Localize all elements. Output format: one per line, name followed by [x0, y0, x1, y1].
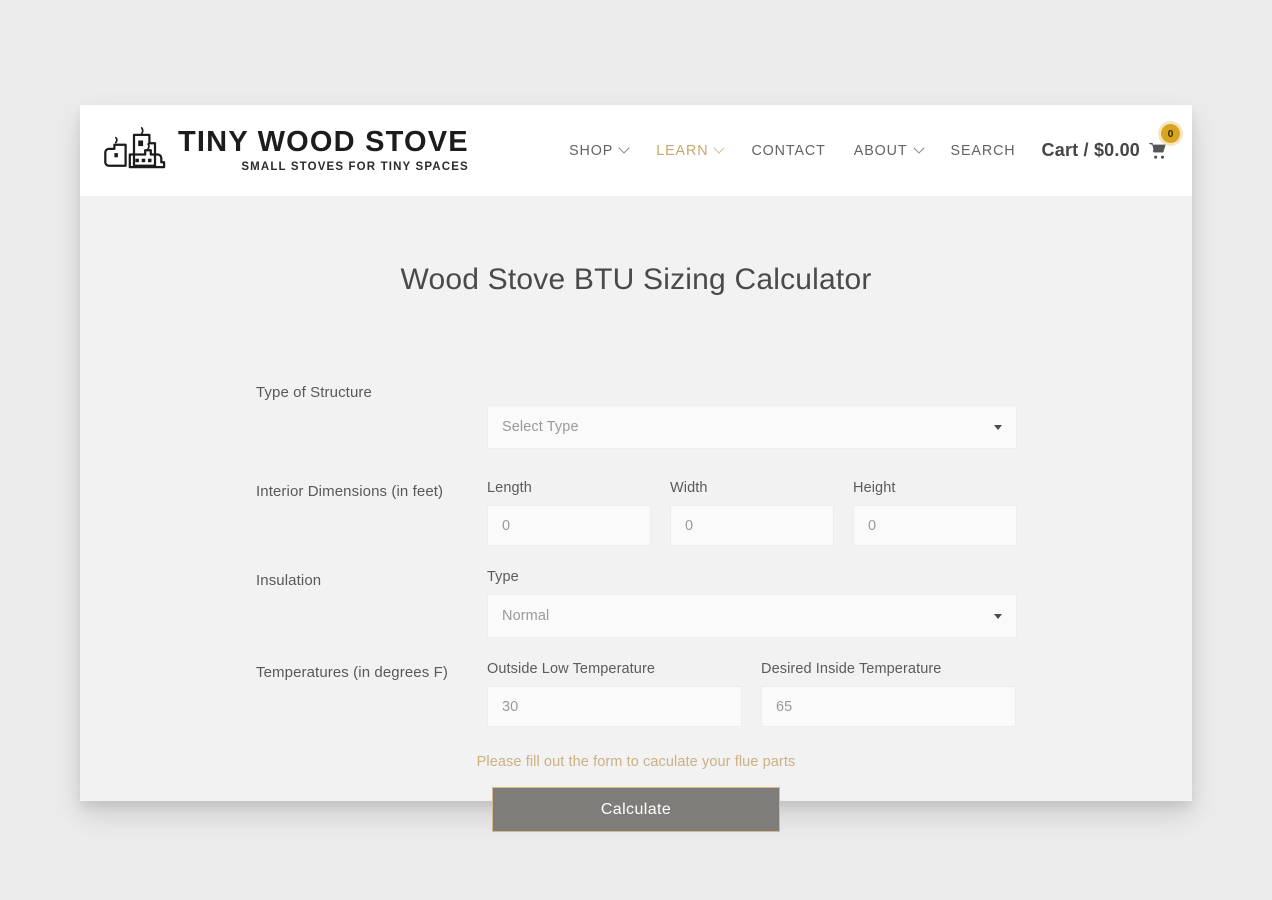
field-height: Height 0 — [853, 480, 1017, 546]
nav-item-label: SHOP — [569, 142, 614, 159]
form-row-temperatures: Temperatures (in degrees F) Outside Low … — [256, 661, 1016, 727]
field-label-insulation-type: Type — [487, 569, 519, 585]
main-navigation: SHOP LEARN CONTACT ABOUT SEARCH Cart / $… — [555, 124, 1180, 161]
length-input-value: 0 — [502, 517, 511, 534]
chevron-down-icon — [618, 141, 630, 154]
field-label-width: Width — [670, 480, 708, 496]
nav-item-label: SEARCH — [950, 142, 1016, 159]
nav-item-label: ABOUT — [853, 142, 908, 159]
cart-link[interactable]: Cart / $0.00 0 — [1041, 124, 1180, 161]
structure-type-value: Select Type — [502, 419, 579, 435]
brand-tagline: SMALL STOVES FOR TINY SPACES — [241, 160, 469, 173]
field-label-inside-temp: Desired Inside Temperature — [761, 661, 942, 677]
row-label-dimensions: Interior Dimensions (in feet) — [256, 483, 444, 500]
row-label-structure: Type of Structure — [256, 384, 372, 401]
btu-calculator-form: Type of Structure Select Type Interior D… — [256, 297, 1017, 832]
height-input[interactable]: 0 — [853, 505, 1017, 546]
width-input-value: 0 — [685, 517, 694, 534]
structure-type-select[interactable]: Select Type — [487, 405, 1017, 449]
insulation-type-value: Normal — [502, 608, 550, 624]
brand-name: TINY WOOD STOVE — [178, 125, 469, 158]
insulation-type-select[interactable]: Normal — [487, 594, 1017, 638]
width-input[interactable]: 0 — [670, 505, 834, 546]
form-row-insulation: Insulation Type Normal — [256, 569, 1017, 638]
cart-count-badge: 0 — [1161, 124, 1180, 143]
outside-low-temperature-input[interactable]: 30 — [487, 686, 742, 727]
nav-item-about[interactable]: ABOUT — [840, 141, 937, 159]
field-length: Length 0 — [487, 480, 651, 546]
field-outside-temp: Outside Low Temperature 30 — [487, 661, 742, 727]
form-validation-note: Please fill out the form to caculate you… — [476, 754, 796, 770]
tiny-houses-stove-logo-icon — [104, 126, 166, 168]
chevron-down-icon — [994, 613, 1002, 619]
nav-item-shop[interactable]: SHOP — [555, 141, 642, 159]
field-label-height: Height — [853, 480, 896, 496]
outside-low-temperature-value: 30 — [502, 698, 519, 715]
brand-logo[interactable]: TINY WOOD STOVE SMALL STOVES FOR TINY SP… — [99, 125, 469, 177]
calculate-button[interactable]: Calculate — [492, 787, 780, 832]
length-input[interactable]: 0 — [487, 505, 651, 546]
desired-inside-temperature-input[interactable]: 65 — [761, 686, 1016, 727]
chevron-down-icon — [994, 424, 1002, 430]
field-insulation-type: Type Normal — [487, 569, 1017, 638]
field-label-length: Length — [487, 480, 532, 496]
nav-item-learn[interactable]: LEARN — [642, 141, 737, 159]
site-header: TINY WOOD STOVE SMALL STOVES FOR TINY SP… — [80, 105, 1192, 196]
site-page-card: TINY WOOD STOVE SMALL STOVES FOR TINY SP… — [80, 105, 1192, 832]
nav-item-label: CONTACT — [751, 142, 826, 159]
form-row-structure: Type of Structure Select Type — [256, 381, 1017, 449]
nav-item-label: LEARN — [656, 142, 709, 159]
row-label-temperatures: Temperatures (in degrees F) — [256, 664, 448, 681]
row-label-insulation: Insulation — [256, 572, 322, 589]
desired-inside-temperature-value: 65 — [776, 698, 793, 715]
chevron-down-icon — [713, 141, 726, 154]
cart-total-label: Cart / $0.00 — [1041, 140, 1140, 160]
field-inside-temp: Desired Inside Temperature 65 — [761, 661, 1016, 727]
field-width: Width 0 — [670, 480, 834, 546]
nav-item-search[interactable]: SEARCH — [937, 143, 1030, 159]
page-body: Wood Stove BTU Sizing Calculator Type of… — [80, 196, 1192, 832]
form-row-dimensions: Interior Dimensions (in feet) Length 0 W… — [256, 480, 1017, 546]
chevron-down-icon — [912, 141, 925, 154]
height-input-value: 0 — [868, 517, 877, 534]
page-title: Wood Stove BTU Sizing Calculator — [400, 263, 872, 296]
field-spacer — [487, 381, 1017, 405]
nav-item-contact[interactable]: CONTACT — [737, 143, 839, 159]
shopping-cart-icon — [1149, 142, 1166, 159]
field-label-outside-temp: Outside Low Temperature — [487, 661, 656, 677]
